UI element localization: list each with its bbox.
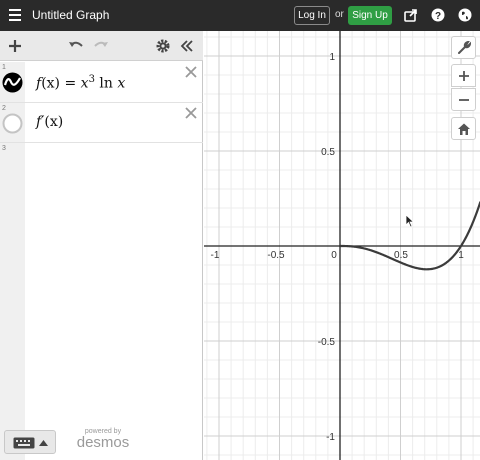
y-tick-label: 0.5 xyxy=(321,147,335,158)
x-tick-label: 0.5 xyxy=(394,250,408,261)
undo-icon[interactable] xyxy=(67,37,85,55)
zoom-out-icon xyxy=(459,99,469,101)
y-tick-label: -1 xyxy=(326,432,335,443)
svg-text:?: ? xyxy=(435,11,441,22)
expression-row-1[interactable]: 1 f(x) = x3 ln x xyxy=(0,62,203,103)
gutter-fill xyxy=(0,175,25,460)
x-tick-label: -1 xyxy=(211,250,220,261)
graph-visibility-icon[interactable] xyxy=(2,113,23,134)
delete-expression-icon[interactable] xyxy=(185,66,197,78)
expression-number: 2 xyxy=(2,105,6,112)
settings-icon[interactable] xyxy=(154,37,172,55)
keyboard-icon xyxy=(13,437,35,449)
share-icon[interactable] xyxy=(404,8,418,22)
expression-math[interactable]: f(x) = x3 ln x xyxy=(36,74,125,92)
expression-number: 1 xyxy=(2,64,6,71)
expression-number: 3 xyxy=(2,145,6,152)
zoom-in-icon xyxy=(459,71,469,81)
expression-row-3[interactable]: 3 xyxy=(0,143,203,175)
y-tick-label: -0.5 xyxy=(318,337,336,348)
zoom-out-button[interactable] xyxy=(451,88,476,111)
add-icon[interactable] xyxy=(6,37,24,55)
axis-tick-labels: -1 -0.5 0 0.5 1 1 0.5 -0.5 -1 xyxy=(211,52,465,443)
menu-icon[interactable] xyxy=(9,9,21,21)
graph-settings-button[interactable] xyxy=(451,36,476,59)
help-icon[interactable]: ? xyxy=(431,8,445,22)
wrench-icon xyxy=(458,41,471,54)
home-icon xyxy=(458,123,470,135)
collapse-icon[interactable] xyxy=(178,37,196,55)
desmos-brand: desmos xyxy=(76,434,130,451)
x-tick-label: 0 xyxy=(331,250,337,261)
globe-icon[interactable] xyxy=(458,8,472,22)
graph-title[interactable]: Untitled Graph xyxy=(32,8,109,22)
signup-button[interactable]: Sign Up xyxy=(348,6,392,25)
redo-icon[interactable] xyxy=(92,37,110,55)
chevron-up-icon xyxy=(39,440,48,446)
expression-panel: 1 f(x) = x3 ln x 2 f′(x) 3 powered by de… xyxy=(0,31,203,460)
delete-expression-icon[interactable] xyxy=(185,107,197,119)
expression-math[interactable]: f′(x) xyxy=(36,114,63,130)
expression-row-2[interactable]: 2 f′(x) xyxy=(0,103,203,143)
graph-visibility-icon[interactable] xyxy=(2,72,23,93)
home-button[interactable] xyxy=(451,117,476,140)
y-tick-label: 1 xyxy=(329,52,335,63)
x-tick-label: -0.5 xyxy=(267,250,285,261)
x-tick-label: 1 xyxy=(458,250,464,261)
or-text: or xyxy=(335,9,344,20)
expression-toolbar xyxy=(0,31,203,61)
zoom-in-button[interactable] xyxy=(451,64,476,87)
top-bar: Untitled Graph Log In or Sign Up ? xyxy=(0,0,480,31)
graph-canvas[interactable]: -1 -0.5 0 0.5 1 1 0.5 -0.5 -1 xyxy=(204,31,480,460)
login-button[interactable]: Log In xyxy=(294,6,330,25)
keyboard-button[interactable] xyxy=(4,430,56,454)
mouse-cursor-icon xyxy=(405,214,415,228)
powered-by-logo[interactable]: powered by desmos xyxy=(75,428,131,450)
